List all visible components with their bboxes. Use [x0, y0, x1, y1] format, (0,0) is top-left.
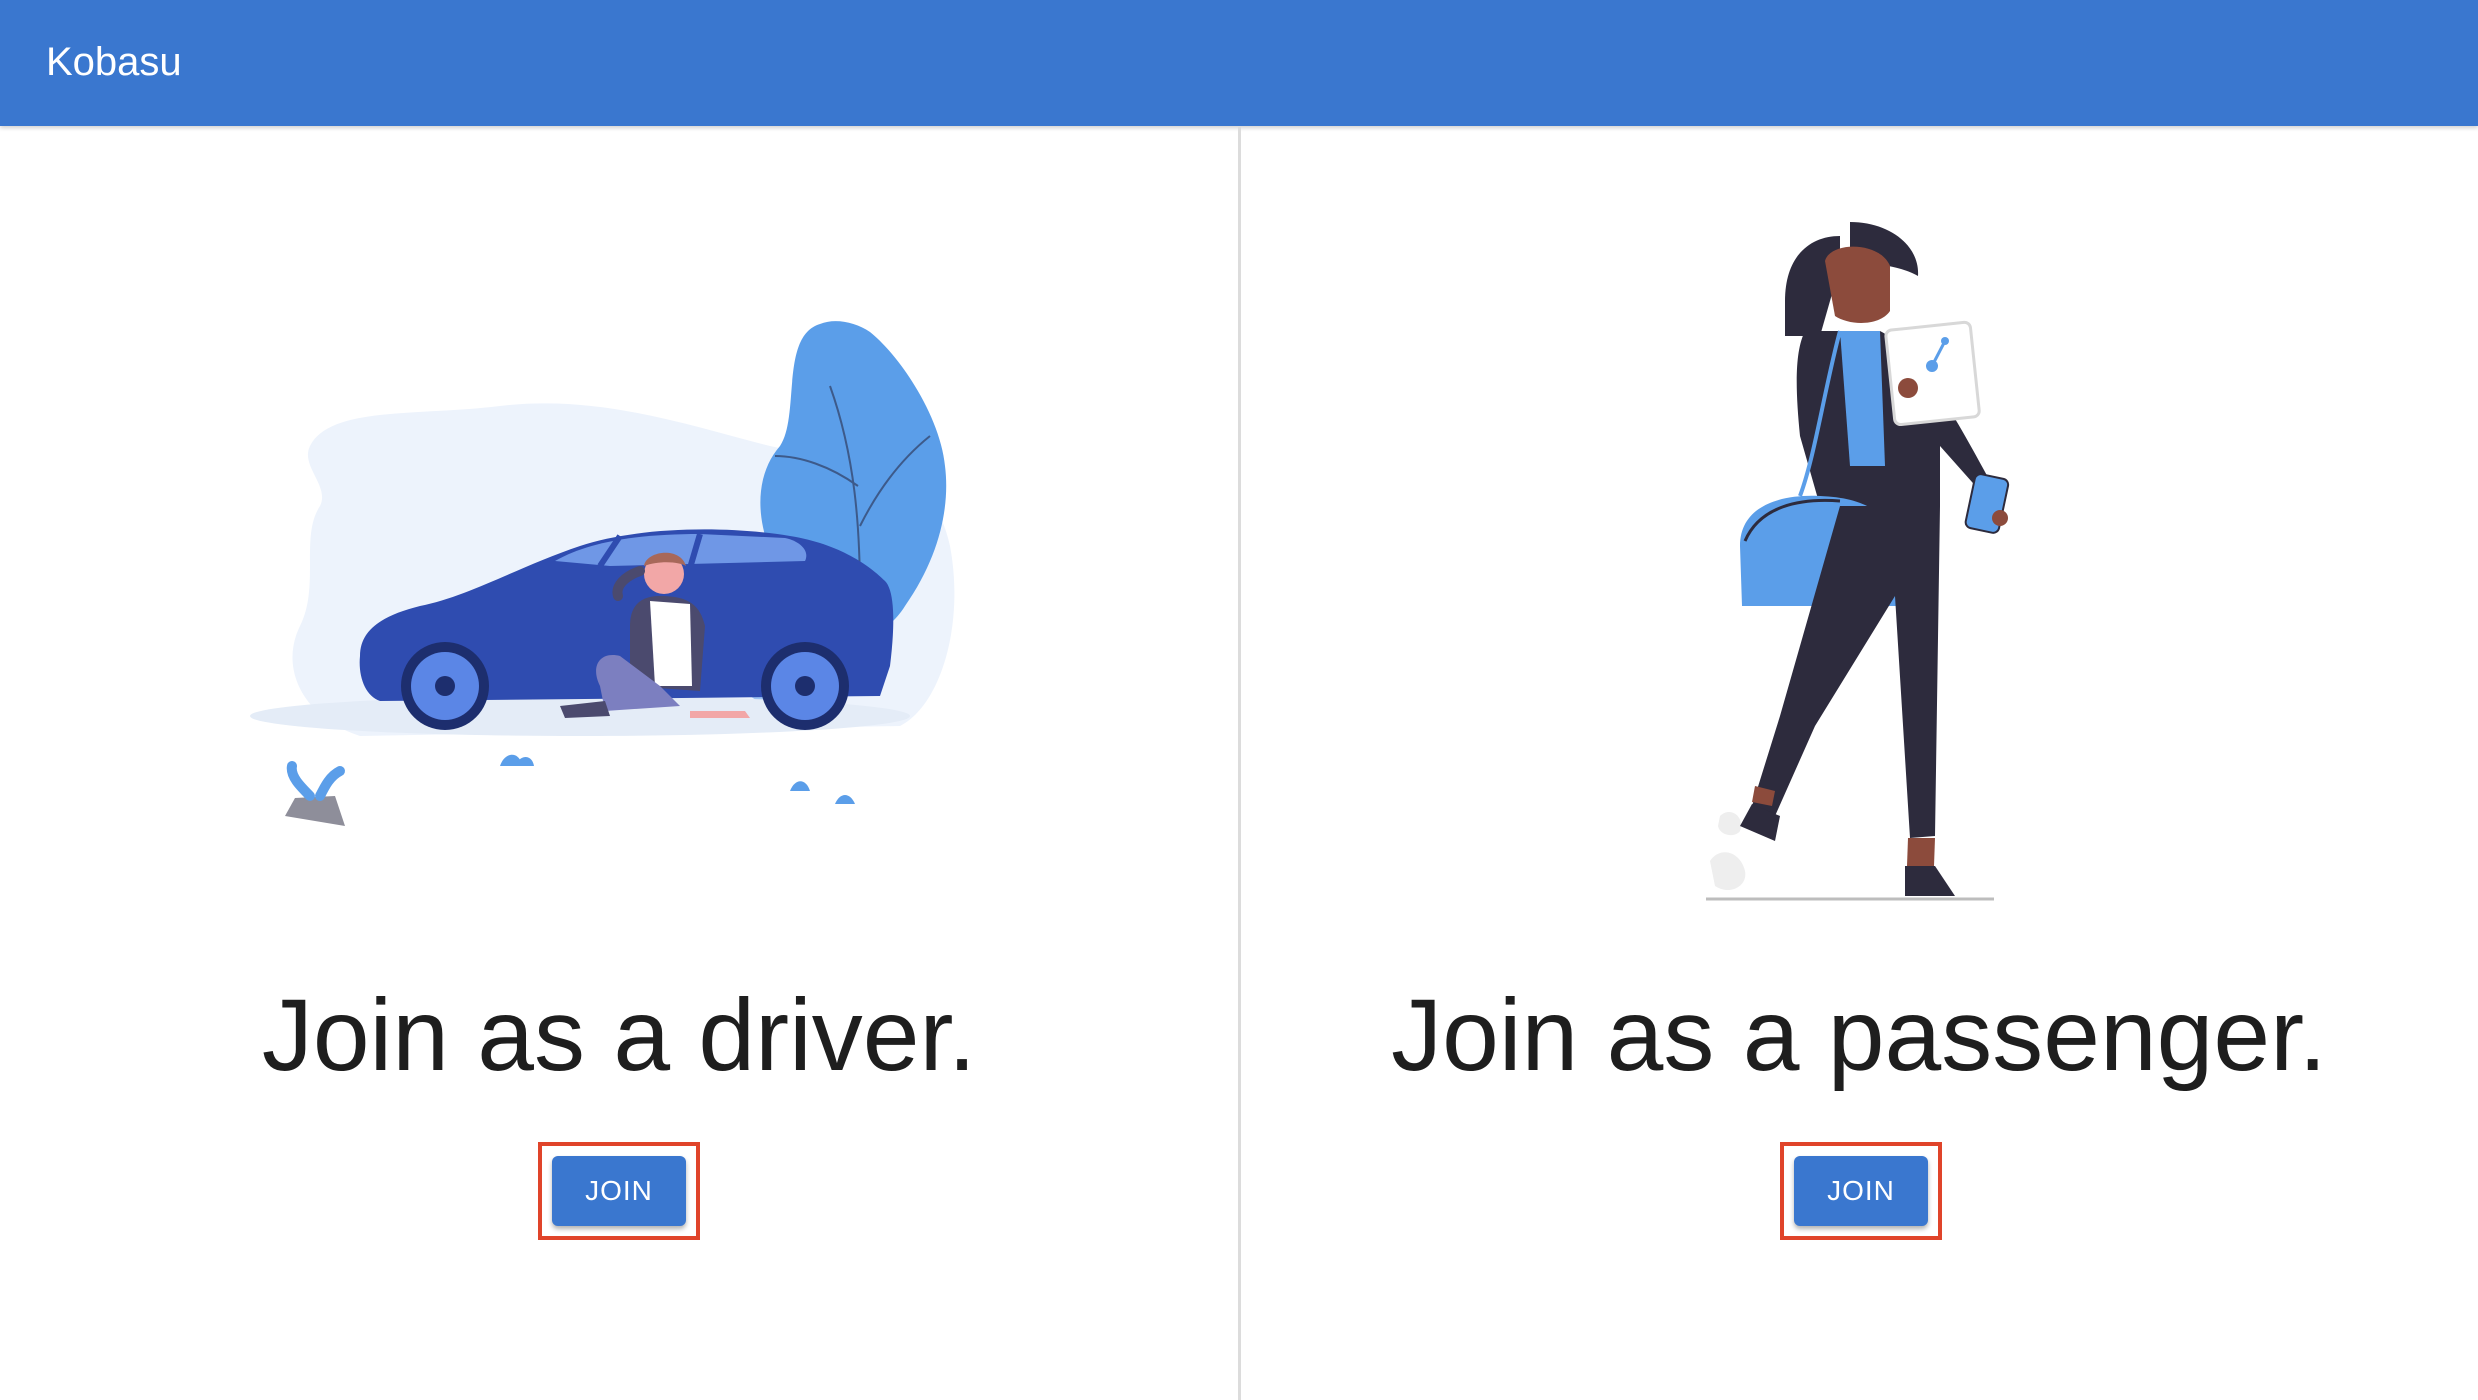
driver-join-button[interactable]: JOIN: [552, 1156, 686, 1226]
passenger-walking-illustration: [1706, 222, 2010, 901]
app-title: Kobasu: [46, 40, 182, 84]
passenger-join-button[interactable]: JOIN: [1794, 1156, 1928, 1226]
passenger-headline: Join as a passenger.: [1391, 978, 2327, 1092]
driver-car-illustration: [250, 321, 955, 826]
driver-panel: Join as a driver. JOIN: [0, 126, 1238, 1400]
driver-headline: Join as a driver.: [261, 978, 977, 1092]
driver-join-highlight: JOIN: [538, 1142, 700, 1240]
passenger-join-highlight: JOIN: [1780, 1142, 1942, 1240]
app-bar: Kobasu: [0, 0, 2478, 126]
passenger-panel: Join as a passenger. JOIN: [1240, 126, 2478, 1400]
